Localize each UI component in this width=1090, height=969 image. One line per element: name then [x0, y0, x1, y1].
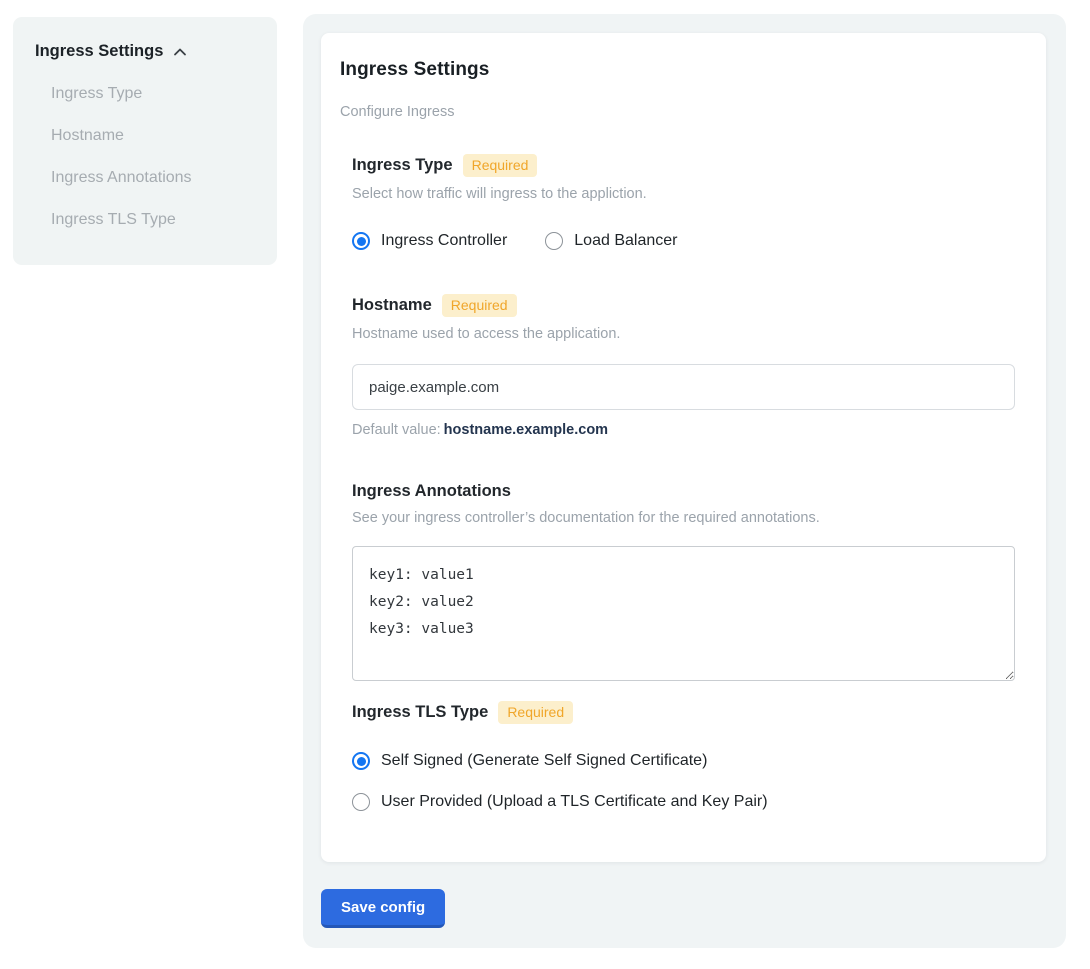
settings-sidebar: Ingress Settings Ingress Type Hostname I… — [13, 17, 277, 265]
sidebar-item-ingress-annotations[interactable]: Ingress Annotations — [51, 169, 257, 187]
radio-load-balancer[interactable]: Load Balancer — [545, 232, 677, 250]
radio-icon[interactable] — [352, 232, 370, 250]
sidebar-item-ingress-tls-type[interactable]: Ingress TLS Type — [51, 211, 257, 229]
chevron-up-icon[interactable] — [172, 45, 188, 59]
ingress-annotations-textarea[interactable]: key1: value1 key2: value2 key3: value3 — [352, 546, 1015, 681]
section-hostname: Hostname Required Hostname used to acces… — [352, 294, 1015, 438]
radio-user-provided[interactable]: User Provided (Upload a TLS Certificate … — [352, 793, 1015, 811]
config-panel: Ingress Settings Configure Ingress Ingre… — [303, 14, 1066, 948]
radio-icon[interactable] — [352, 793, 370, 811]
ingress-annotations-label: Ingress Annotations — [352, 482, 511, 501]
sidebar-group-toggle[interactable]: Ingress Settings — [35, 42, 257, 61]
sidebar-items: Ingress Type Hostname Ingress Annotation… — [51, 85, 257, 229]
section-ingress-type: Ingress Type Required Select how traffic… — [352, 154, 1015, 250]
radio-ingress-controller[interactable]: Ingress Controller — [352, 232, 507, 250]
ingress-type-help: Select how traffic will ingress to the a… — [352, 186, 1015, 202]
required-badge: Required — [463, 154, 538, 177]
section-ingress-annotations: Ingress Annotations See your ingress con… — [352, 482, 1015, 681]
save-config-button[interactable]: Save config — [321, 889, 445, 928]
sidebar-item-ingress-type[interactable]: Ingress Type — [51, 85, 257, 103]
ingress-tls-type-label: Ingress TLS Type — [352, 703, 488, 722]
page-title: Ingress Settings — [340, 59, 1015, 81]
hostname-default-line: Default value:hostname.example.com — [352, 422, 1015, 438]
hostname-help: Hostname used to access the application. — [352, 326, 1015, 342]
page-subtitle: Configure Ingress — [340, 104, 1015, 120]
radio-icon[interactable] — [545, 232, 563, 250]
sidebar-group-label: Ingress Settings — [35, 42, 163, 61]
sidebar-item-hostname[interactable]: Hostname — [51, 127, 257, 145]
hostname-input[interactable] — [352, 364, 1015, 410]
ingress-annotations-help: See your ingress controller’s documentat… — [352, 510, 1015, 526]
default-value: hostname.example.com — [444, 422, 608, 438]
hostname-label: Hostname — [352, 296, 432, 315]
radio-icon[interactable] — [352, 752, 370, 770]
required-badge: Required — [442, 294, 517, 317]
radio-self-signed[interactable]: Self Signed (Generate Self Signed Certif… — [352, 752, 1015, 770]
ingress-tls-radio-group: Self Signed (Generate Self Signed Certif… — [352, 752, 1015, 811]
default-prefix: Default value: — [352, 422, 441, 438]
ingress-type-label: Ingress Type — [352, 156, 453, 175]
required-badge: Required — [498, 701, 573, 724]
ingress-type-radio-group: Ingress Controller Load Balancer — [352, 232, 1015, 250]
section-ingress-tls-type: Ingress TLS Type Required Self Signed (G… — [352, 701, 1015, 811]
ingress-settings-card: Ingress Settings Configure Ingress Ingre… — [321, 33, 1046, 862]
